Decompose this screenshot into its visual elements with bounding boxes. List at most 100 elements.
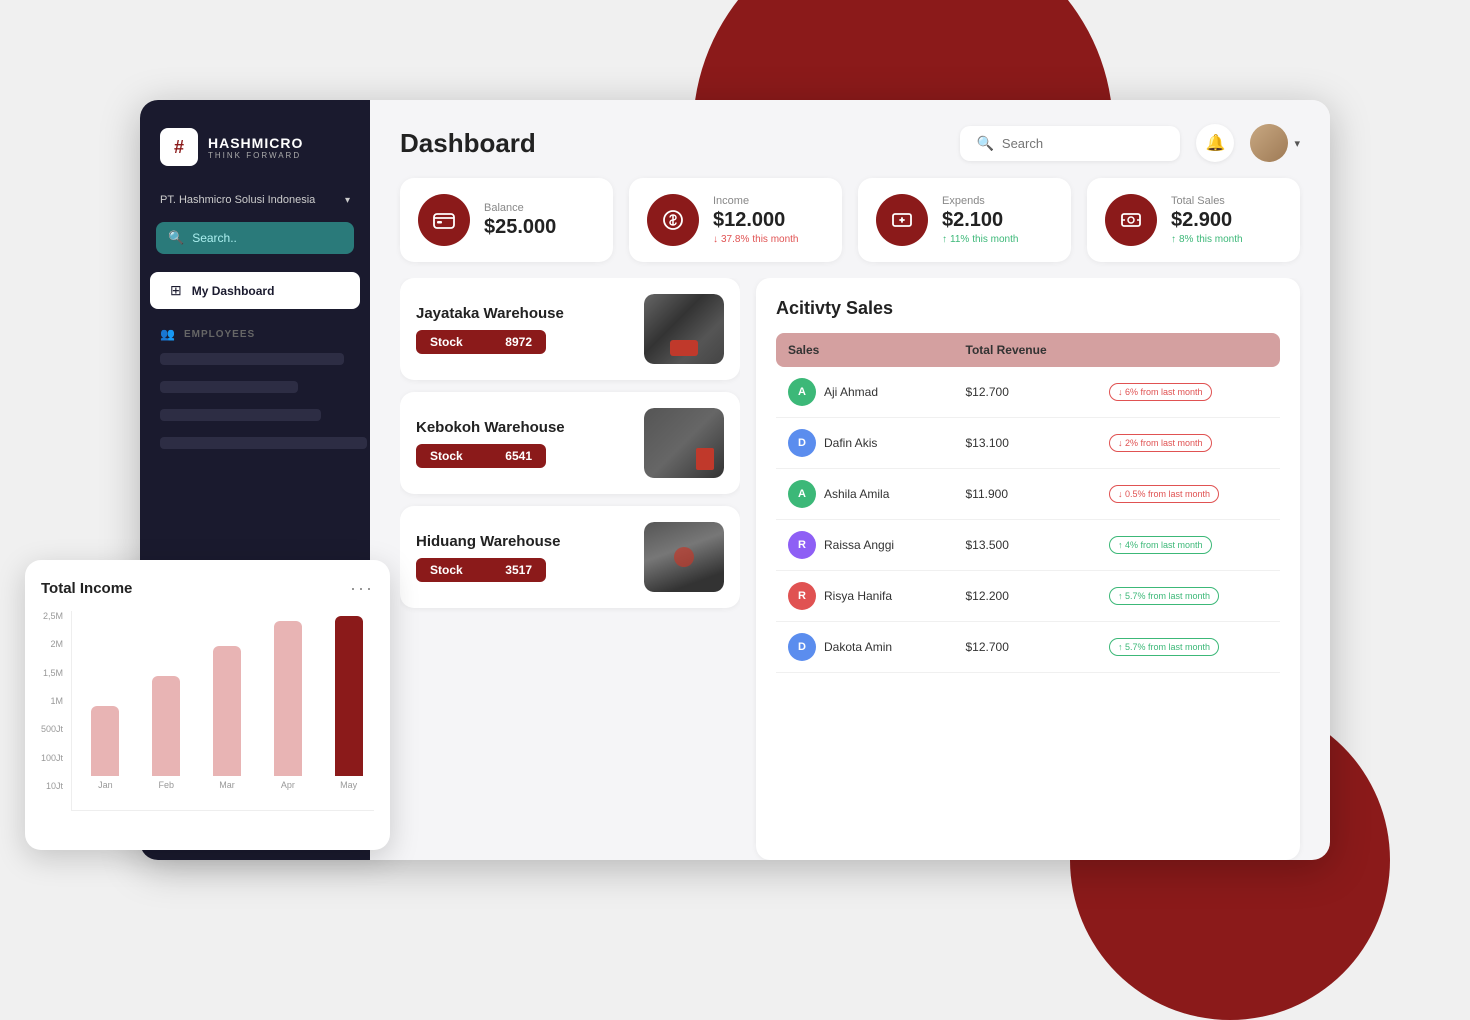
person-avatar: D — [788, 429, 816, 457]
stock-badge-kebokoh: Stock 6541 — [416, 444, 546, 468]
sidebar-placeholder-3 — [160, 409, 321, 421]
stat-label-income: Income — [713, 195, 799, 207]
bar-label: Jan — [98, 780, 113, 790]
stat-card-total-sales: Total Sales $2.900 ↑ 8% this month — [1087, 178, 1300, 262]
warehouse-card-hiduang: Hiduang Warehouse Stock 3517 — [400, 506, 740, 608]
logo-text: HASHMICRO THINK FORWARD — [208, 135, 303, 160]
table-row: A Ashila Amila $11.900 ↓ 0.5% from last … — [776, 469, 1280, 520]
sidebar-placeholder-4 — [160, 437, 367, 449]
change-badge: ↓ 6% from last month — [1109, 383, 1212, 401]
avatar — [1250, 124, 1288, 162]
person-name: Raissa Anggi — [824, 538, 894, 552]
stat-value-balance: $25.000 — [484, 216, 556, 239]
sidebar-search-input[interactable] — [192, 231, 342, 245]
bar — [91, 706, 119, 776]
bar — [213, 646, 241, 776]
income-chart-overlay: Total Income ··· 2,5M2M1,5M1M500Jt100Jt1… — [25, 560, 390, 850]
col-revenue: Total Revenue — [954, 333, 1098, 367]
logo-title: HASHMICRO — [208, 135, 303, 151]
bar — [335, 616, 363, 776]
company-name: PT. Hashmicro Solusi Indonesia — [160, 194, 315, 206]
dashboard-icon: ⊞ — [170, 282, 182, 299]
sales-cell: A Ashila Amila — [776, 469, 954, 520]
chevron-down-icon: ▾ — [345, 195, 350, 206]
activity-table: Sales Total Revenue A Aji Ahmad $12.700 … — [776, 333, 1280, 673]
change-cell: ↑ 5.7% from last month — [1097, 622, 1280, 673]
change-cell: ↓ 6% from last month — [1097, 367, 1280, 418]
person-name: Dakota Amin — [824, 640, 892, 654]
activity-title: Acitivty Sales — [776, 298, 1280, 319]
sidebar-item-dashboard[interactable]: ⊞ My Dashboard — [150, 272, 360, 309]
y-axis-label: 2,5M — [41, 611, 63, 621]
person-name: Dafin Akis — [824, 436, 877, 450]
y-axis-label: 2M — [41, 639, 63, 649]
avatar-button[interactable]: ▾ — [1250, 124, 1300, 162]
total-sales-icon — [1105, 194, 1157, 246]
col-change — [1097, 333, 1280, 367]
person-name: Risya Hanifa — [824, 589, 892, 603]
chart-more-button[interactable]: ··· — [350, 578, 374, 599]
table-row: R Raissa Anggi $13.500 ↑ 4% from last mo… — [776, 520, 1280, 571]
search-input[interactable] — [1002, 136, 1165, 151]
revenue-cell: $13.100 — [954, 418, 1098, 469]
section-label: EMPLOYEES — [184, 329, 255, 340]
stat-label-expends: Expends — [942, 195, 1018, 207]
sidebar-search[interactable]: 🔍 — [156, 222, 354, 254]
search-icon: 🔍 — [168, 230, 184, 246]
table-row: A Aji Ahmad $12.700 ↓ 6% from last month — [776, 367, 1280, 418]
sales-cell: D Dakota Amin — [776, 622, 954, 673]
search-bar[interactable]: 🔍 — [960, 126, 1180, 161]
bar — [152, 676, 180, 776]
stat-info-balance: Balance $25.000 — [484, 202, 556, 239]
y-axis-label: 1,5M — [41, 668, 63, 678]
table-row: D Dakota Amin $12.700 ↑ 5.7% from last m… — [776, 622, 1280, 673]
change-badge: ↑ 5.7% from last month — [1109, 638, 1219, 656]
sidebar-section-employees: 👥 EMPLOYEES — [140, 311, 370, 349]
revenue-cell: $12.700 — [954, 367, 1098, 418]
stat-card-expends: Expends $2.100 ↑ 11% this month — [858, 178, 1071, 262]
warehouse-card-jayataka: Jayataka Warehouse Stock 8972 — [400, 278, 740, 380]
notification-button[interactable]: 🔔 — [1196, 124, 1234, 162]
revenue-cell: $12.200 — [954, 571, 1098, 622]
bar-group: Mar — [202, 646, 253, 790]
stats-row: Balance $25.000 Income $12.000 ↓ 37.8% t… — [370, 178, 1330, 278]
stat-change-total-sales: ↑ 8% this month — [1171, 234, 1243, 245]
stat-change-expends: ↑ 11% this month — [942, 234, 1018, 245]
bar-label: Apr — [281, 780, 295, 790]
sidebar-placeholder-1 — [160, 353, 344, 365]
change-badge: ↑ 4% from last month — [1109, 536, 1212, 554]
stat-value-total-sales: $2.900 — [1171, 209, 1243, 232]
bar-label: May — [340, 780, 357, 790]
warehouse-name-hiduang: Hiduang Warehouse — [416, 533, 560, 550]
page-title: Dashboard — [400, 128, 536, 159]
stock-badge-hiduang: Stock 3517 — [416, 558, 546, 582]
avatar-image — [1250, 124, 1288, 162]
change-cell: ↑ 4% from last month — [1097, 520, 1280, 571]
bar-label: Feb — [158, 780, 174, 790]
warehouse-info-jayataka: Jayataka Warehouse Stock 8972 — [416, 305, 564, 354]
table-row: R Risya Hanifa $12.200 ↑ 5.7% from last … — [776, 571, 1280, 622]
y-axis-label: 100Jt — [41, 753, 63, 763]
change-cell: ↓ 0.5% from last month — [1097, 469, 1280, 520]
stat-info-total-sales: Total Sales $2.900 ↑ 8% this month — [1171, 195, 1243, 245]
sales-cell: R Risya Hanifa — [776, 571, 954, 622]
stat-info-expends: Expends $2.100 ↑ 11% this month — [942, 195, 1018, 245]
company-selector[interactable]: PT. Hashmicro Solusi Indonesia ▾ — [140, 186, 370, 222]
stat-value-income: $12.000 — [713, 209, 799, 232]
revenue-cell: $13.500 — [954, 520, 1098, 571]
chart-title: Total Income — [41, 580, 132, 597]
warehouse-info-kebokoh: Kebokoh Warehouse Stock 6541 — [416, 419, 565, 468]
logo-icon: # — [160, 128, 198, 166]
bar-group: Jan — [80, 706, 131, 790]
bar-group: Feb — [141, 676, 192, 790]
person-avatar: R — [788, 582, 816, 610]
change-cell: ↓ 2% from last month — [1097, 418, 1280, 469]
change-badge: ↓ 0.5% from last month — [1109, 485, 1219, 503]
avatar-chevron-icon: ▾ — [1294, 137, 1300, 150]
warehouse-name-jayataka: Jayataka Warehouse — [416, 305, 564, 322]
content-row: Jayataka Warehouse Stock 8972 — [370, 278, 1330, 860]
employees-icon: 👥 — [160, 327, 176, 341]
bar-group: Apr — [262, 621, 313, 790]
y-axis-label: 500Jt — [41, 724, 63, 734]
stat-label-total-sales: Total Sales — [1171, 195, 1243, 207]
